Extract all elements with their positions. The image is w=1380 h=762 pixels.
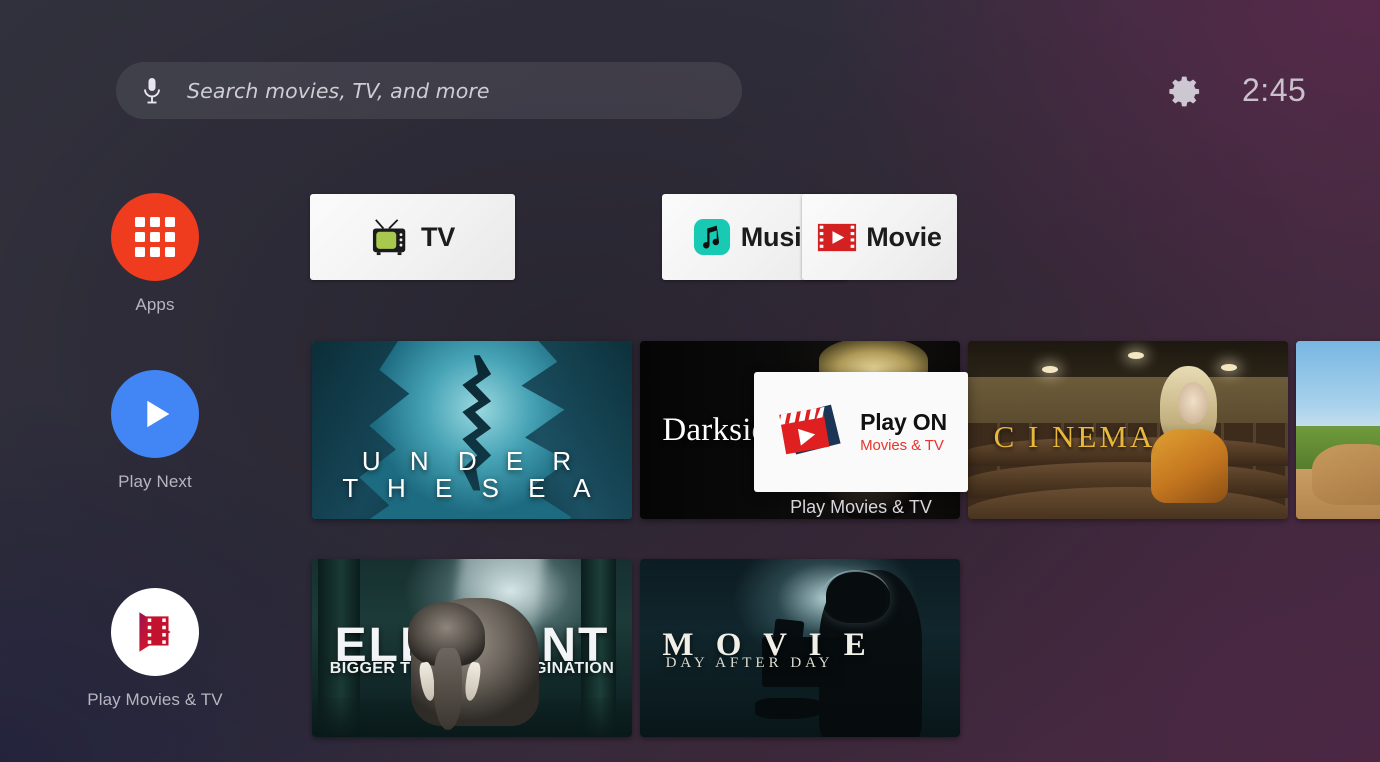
app-card-tv[interactable]: TV bbox=[310, 194, 515, 280]
content-card-under-the-sea[interactable]: U N D E R T H E S E A bbox=[312, 341, 632, 519]
play-triangle-icon bbox=[111, 370, 199, 458]
content-card-cinema[interactable]: C I NEMA bbox=[968, 341, 1288, 519]
sidebar-item-apps[interactable]: Apps bbox=[0, 193, 310, 315]
app-card-label: TV bbox=[420, 221, 456, 252]
sidebar-item-play-movies-tv[interactable]: Play Movies & TV bbox=[0, 588, 310, 710]
android-tv-home: Search movies, TV, and more 2:45 Apps Pl… bbox=[0, 0, 1380, 762]
sidebar-item-label: Play Movies & TV bbox=[87, 690, 223, 709]
app-card-movie[interactable]: Movie bbox=[802, 194, 957, 280]
play-movies-icon bbox=[111, 588, 199, 676]
top-bar: Search movies, TV, and more 2:45 bbox=[0, 0, 1380, 180]
content-card-elephant[interactable]: ELEPHANT BIGGER THAN YOUR IMAGINATION bbox=[312, 559, 632, 737]
apps-grid-icon bbox=[111, 193, 199, 281]
microphone-icon bbox=[144, 77, 160, 103]
app-card-play-on-focused[interactable]: Play ON Movies & TV bbox=[754, 372, 968, 492]
sidebar-item-label: Play Next bbox=[118, 472, 192, 491]
film-strip-icon bbox=[817, 222, 857, 253]
search-input[interactable]: Search movies, TV, and more bbox=[116, 62, 742, 119]
card-artwork bbox=[1296, 341, 1380, 519]
card-title: C I NEMA bbox=[993, 419, 1156, 455]
sidebar-item-play-next[interactable]: Play Next bbox=[0, 370, 310, 492]
app-card-focused-texts: Play ON Movies & TV bbox=[860, 409, 947, 454]
sidebar-item-label: Apps bbox=[135, 295, 175, 314]
search-placeholder-text: Search movies, TV, and more bbox=[187, 78, 490, 103]
retro-tv-icon bbox=[370, 218, 412, 256]
app-card-focused-subtitle: Movies & TV bbox=[860, 436, 944, 454]
card-tagline: DAY AFTER DAY bbox=[665, 655, 834, 672]
clapperboard-play-icon bbox=[775, 400, 849, 464]
card-title-line2: T H E S E A bbox=[342, 472, 602, 503]
app-card-focused-title: Play ON bbox=[860, 409, 947, 436]
music-note-icon bbox=[693, 218, 731, 256]
card-tagline: BIGGER THAN YOUR IMAGINATION bbox=[329, 660, 615, 678]
clock: 2:45 bbox=[1242, 72, 1307, 108]
app-card-label: Movie bbox=[866, 221, 942, 252]
content-card-the-dog[interactable]: THE bbox=[1296, 341, 1380, 519]
sidebar: Apps Play Next Play Movies & TV bbox=[0, 180, 310, 762]
content-card-movie-day-after-day[interactable]: M O V I E DAY AFTER DAY bbox=[640, 559, 960, 737]
app-card-focused-caption: Play Movies & TV bbox=[790, 497, 932, 517]
gear-icon[interactable] bbox=[1168, 74, 1203, 109]
